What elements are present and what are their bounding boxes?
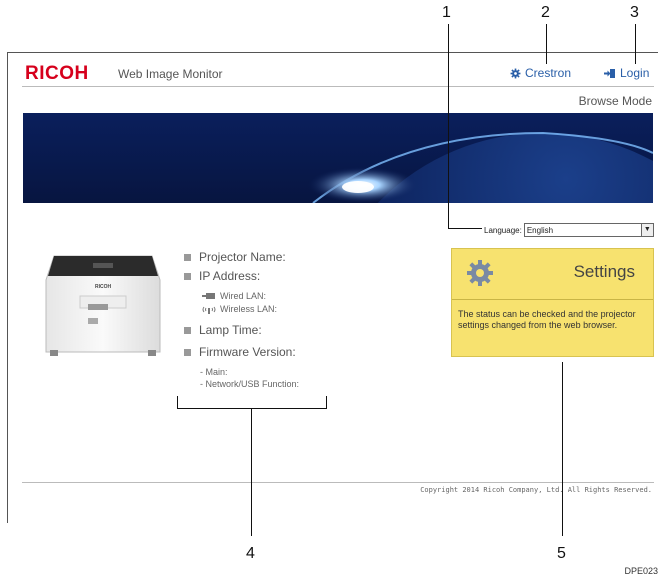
callout-1-line [448,24,449,229]
language-dropdown[interactable]: English ▼ [523,223,654,237]
firmware-version-label: Firmware Version: [199,345,296,359]
bullet [184,348,191,356]
projector-name-row: Projector Name: [184,250,286,264]
callout-1-line-h [448,228,482,229]
settings-card-header: Settings [452,249,653,300]
callout-1: 1 [442,4,451,21]
app-title: Web Image Monitor [118,67,223,81]
settings-card[interactable]: Settings The status can be checked and t… [451,248,654,357]
lamp-time-row: Lamp Time: [184,323,262,337]
callout-5: 5 [557,545,566,562]
projector-image: RICOH [38,246,168,364]
ip-address-row: IP Address: [184,269,260,283]
callout-4-line [251,408,252,536]
projector-brand-label: RICOH [95,284,112,290]
firmware-version-row: Firmware Version: [184,345,296,359]
dropdown-arrow-icon[interactable]: ▼ [640,224,653,236]
browse-mode-label: Browse Mode [578,94,652,108]
firmware-main-row: - Main: [200,367,228,377]
gear-icon [510,68,521,78]
settings-label: Settings [573,262,635,281]
bullet [184,326,191,334]
callout-4-bracket [177,408,327,409]
firmware-network-label: - Network/USB Function: [200,379,300,389]
language-selector: Language: English ▼ [484,223,654,237]
banner-image [23,113,653,203]
wired-lan-label: Wired LAN: [220,291,267,301]
wired-lan-icon [202,293,215,299]
callout-2: 2 [541,4,550,21]
login-label: Login [620,66,650,80]
lamp-time-label: Lamp Time: [199,323,262,337]
wireless-lan-label: Wireless LAN: [220,304,278,314]
bullet [184,272,191,280]
language-label: Language: [484,225,522,235]
header-divider [22,86,654,87]
firmware-network-row: - Network/USB Function: [200,379,299,389]
ip-address-label: IP Address: [199,269,261,283]
gear-icon [467,260,493,286]
callout-4: 4 [246,545,255,562]
language-value: English [526,225,554,235]
ricoh-logo[interactable]: RICOH [25,63,89,85]
callout-4-bracket-left [177,396,178,409]
callout-5-line [562,362,563,536]
bullet [184,253,191,261]
wireless-lan-row: Wireless LAN: [202,304,277,314]
callout-4-bracket-right [326,396,327,409]
firmware-main-label: - Main: [200,367,228,377]
callout-3: 3 [630,4,639,21]
crestron-label: Crestron [525,66,572,80]
callout-3-line [635,24,636,64]
crestron-link[interactable]: Crestron [510,66,571,80]
projector-name-label: Projector Name: [199,250,286,264]
callout-2-line [546,24,547,64]
login-link[interactable]: Login [603,66,649,80]
settings-description: The status can be checked and the projec… [458,309,636,330]
login-icon [604,68,615,78]
figure-id: DPE023 [624,566,658,576]
footer-divider [22,482,654,483]
copyright-text: Copyright 2014 Ricoh Company, Ltd. All R… [420,486,652,494]
wired-lan-row: Wired LAN: [202,291,266,301]
wireless-lan-icon [202,306,216,314]
